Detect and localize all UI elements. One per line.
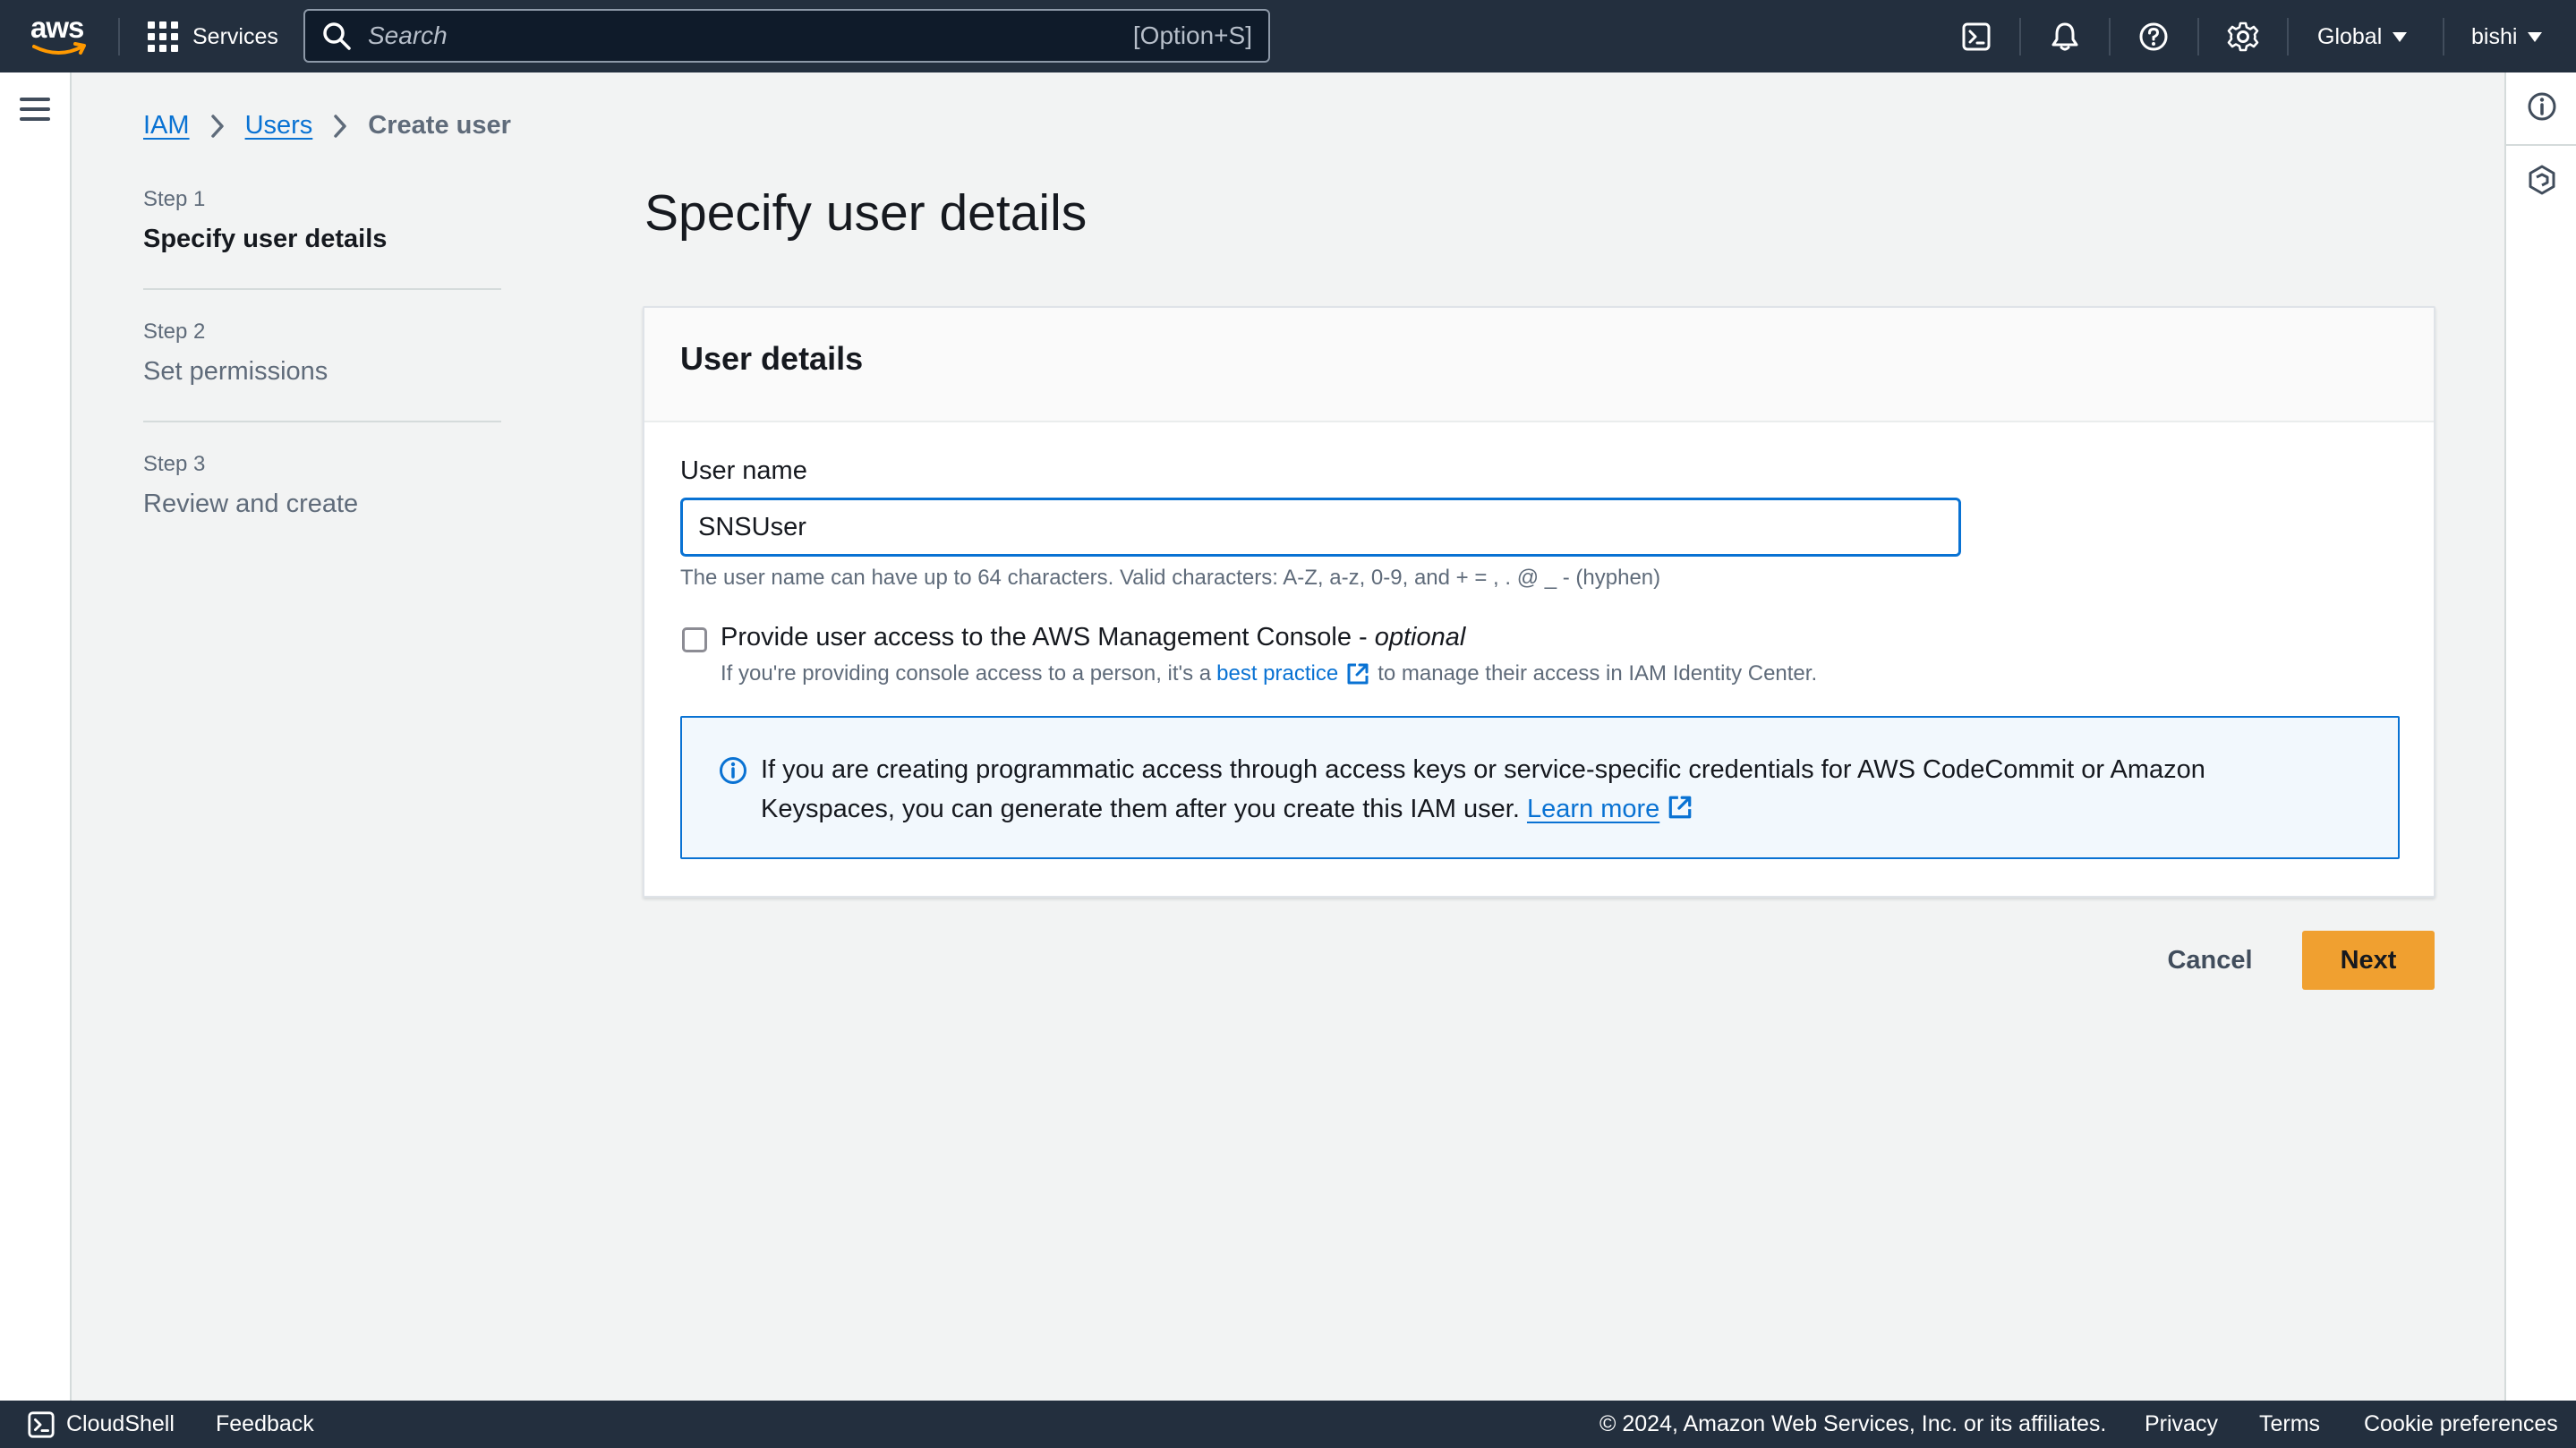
account-username: bishi [2471,23,2518,49]
console-desc-suffix: to manage their access in IAM Identity C… [1378,661,1818,686]
aws-logo-text: aws [30,11,84,44]
cloudshell-footer-button[interactable]: CloudShell [27,1401,175,1448]
external-link-icon [1345,661,1370,686]
chevron-right-icon [209,114,226,139]
best-practice-link[interactable]: best practice [1216,661,1338,686]
right-tools-rail [2504,72,2576,1401]
nav-divider [2287,18,2289,55]
breadcrumb-users[interactable]: Users [245,111,313,141]
nav-divider [2019,18,2021,55]
info-alert-text: If you are creating programmatic access … [761,755,2205,823]
nav-divider [2109,18,2111,55]
chevron-right-icon [332,114,348,139]
region-selector[interactable]: Global [2317,18,2408,55]
step-title: Specify user details [143,225,388,253]
learn-more-link[interactable]: Learn more [1527,795,1659,823]
breadcrumb-current: Create user [368,111,511,140]
info-panel-button[interactable] [2526,90,2558,127]
step-number: Step 1 [143,187,206,211]
next-button[interactable]: Next [2302,931,2435,990]
footer: CloudShell Feedback © 2024, Amazon Web S… [0,1401,2576,1448]
help-button[interactable] [2134,18,2173,55]
wizard-step-2: Step 2 Set permissions [143,317,501,422]
search-box[interactable]: [Option+S] [303,9,1270,63]
breadcrumb: IAM Users Create user [143,111,511,141]
help-panel-button[interactable] [2526,164,2558,200]
console-access-checkbox[interactable] [682,627,707,652]
bell-icon [2051,22,2078,51]
console-access-label[interactable]: Provide user access to the AWS Managemen… [721,623,1465,652]
region-label: Global [2317,23,2383,49]
nav-divider [118,18,120,55]
search-input[interactable] [368,21,1133,50]
wizard-steps: Step 1 Specify user details Step 2 Set p… [143,184,501,580]
step-number: Step 2 [143,319,206,344]
hexagon-help-icon [2529,165,2555,195]
settings-button[interactable] [2223,18,2263,55]
services-menu-button[interactable]: Services [148,18,278,55]
feedback-label: Feedback [216,1411,314,1436]
info-alert: If you are creating programmatic access … [680,716,2400,859]
wizard-step-3: Step 3 Review and create [143,449,501,553]
grid-icon [148,21,178,52]
breadcrumb-iam[interactable]: IAM [143,111,190,141]
caret-down-icon [2393,31,2408,42]
nav-divider [2197,18,2199,55]
caret-down-icon [2528,31,2543,42]
cloudshell-icon [1962,22,1991,51]
aws-logo[interactable]: aws [30,13,90,57]
help-icon [2139,22,2168,51]
username-constraint-text: The user name can have up to 64 characte… [680,566,1661,590]
info-icon [720,757,746,784]
hamburger-icon[interactable] [20,98,50,121]
copyright-text: © 2024, Amazon Web Services, Inc. or its… [1599,1411,2107,1436]
account-menu[interactable]: bishi [2471,18,2543,55]
cloudshell-icon [28,1410,55,1438]
cloudshell-label: CloudShell [66,1411,175,1436]
cookie-preferences-link[interactable]: Cookie preferences [2364,1401,2558,1448]
nav-divider [2443,18,2444,55]
settings-icon [2227,21,2259,52]
step-number: Step 3 [143,452,206,476]
console-desc-prefix: If you're providing console access to a … [721,661,1212,686]
page-title: Specify user details [644,184,1088,242]
step-title: Set permissions [143,357,328,386]
search-icon [323,22,351,50]
rail-divider [2506,144,2576,146]
optional-label: optional [1374,623,1466,652]
cancel-button[interactable]: Cancel [2152,931,2268,990]
user-details-panel: User details User name The user name can… [643,306,2435,898]
external-link-icon [1667,794,1693,821]
top-navigation-bar: aws Services [Option+S] [0,0,2576,72]
panel-header: User details [644,308,2434,422]
notifications-button[interactable] [2045,18,2085,55]
console-access-description: If you're providing console access to a … [721,661,1817,686]
search-shortcut-hint: [Option+S] [1132,21,1252,49]
console-access-label-text: Provide user access to the AWS Managemen… [721,623,1375,652]
services-label: Services [192,23,278,49]
terms-link[interactable]: Terms [2259,1401,2320,1448]
step-title: Review and create [143,490,359,518]
privacy-link[interactable]: Privacy [2145,1401,2218,1448]
left-navigation-rail [0,72,72,1401]
username-label: User name [680,456,807,485]
feedback-link[interactable]: Feedback [216,1401,314,1448]
cloudshell-button[interactable] [1957,18,1996,55]
info-icon [2528,92,2556,121]
username-input[interactable] [680,498,1961,557]
aws-smile-icon [32,42,86,55]
wizard-step-1: Step 1 Specify user details [143,184,501,290]
